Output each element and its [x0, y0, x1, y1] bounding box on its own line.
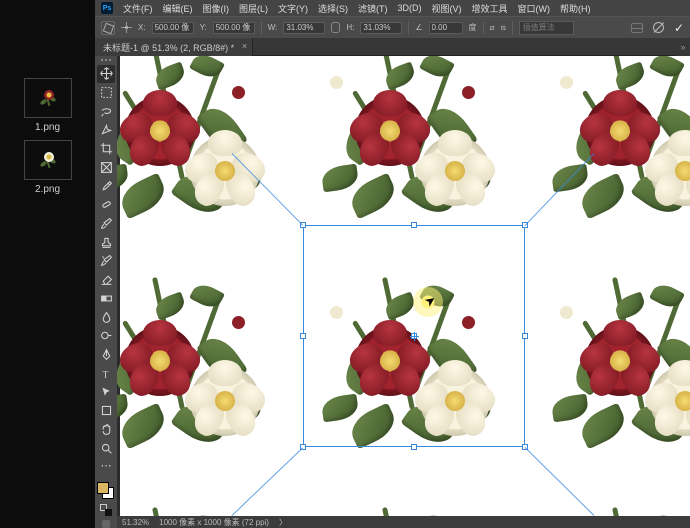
- type-tool[interactable]: T: [97, 364, 115, 382]
- x-input[interactable]: [152, 22, 194, 34]
- h-label: H:: [346, 23, 354, 32]
- interpolation-select[interactable]: 插值算法: [519, 21, 574, 35]
- healing-tool[interactable]: [97, 196, 115, 214]
- rotation-input[interactable]: [429, 22, 463, 34]
- x-label: X:: [138, 23, 146, 32]
- frame-tool[interactable]: [97, 159, 115, 177]
- zoom-readout[interactable]: 51.32%: [122, 518, 149, 527]
- file-label: 2.png: [0, 184, 95, 195]
- quick-select-tool[interactable]: [97, 121, 115, 139]
- close-tab-icon[interactable]: ×: [242, 41, 247, 51]
- h-input[interactable]: [360, 22, 402, 34]
- svg-text:T: T: [102, 369, 108, 379]
- y-label: Y:: [200, 23, 207, 32]
- rotate-icon: ∠: [415, 23, 422, 32]
- pen-tool[interactable]: [97, 346, 115, 364]
- history-brush-tool[interactable]: [97, 252, 115, 270]
- tools-panel: T: [95, 56, 117, 528]
- menu-view[interactable]: 视图(V): [432, 2, 462, 15]
- default-colors-icon[interactable]: [100, 504, 112, 516]
- menu-select[interactable]: 选择(S): [318, 2, 348, 15]
- stamp-tool[interactable]: [97, 233, 115, 251]
- w-input[interactable]: [283, 22, 325, 34]
- thumbnail-preview: [24, 140, 72, 180]
- blur-tool[interactable]: [97, 308, 115, 326]
- brush-tool[interactable]: [97, 215, 115, 233]
- commit-transform-button[interactable]: ✓: [674, 21, 684, 35]
- eraser-tool[interactable]: [97, 271, 115, 289]
- rotation-unit: 度: [469, 22, 477, 33]
- menu-layer[interactable]: 图层(L): [239, 2, 268, 15]
- hand-tool[interactable]: [97, 421, 115, 439]
- edit-toolbar-button[interactable]: [97, 458, 115, 476]
- zoom-tool[interactable]: [97, 439, 115, 457]
- desktop-area: 1.png 2.png: [0, 0, 95, 528]
- menu-type[interactable]: 文字(Y): [278, 2, 308, 15]
- warp-mode-icon[interactable]: [631, 23, 643, 33]
- skew-v-icon[interactable]: ⧅: [501, 23, 506, 33]
- marquee-tool[interactable]: [97, 84, 115, 102]
- app-logo: Ps: [101, 2, 113, 14]
- tab-title: 未标题-1 @ 51.3% (2, RGB/8#) *: [103, 41, 234, 54]
- aspect-link-icon[interactable]: [331, 22, 340, 33]
- menu-bar: Ps 文件(F) 编辑(E) 图像(I) 图层(L) 文字(Y) 选择(S) 滤…: [95, 0, 690, 16]
- lasso-tool[interactable]: [97, 102, 115, 120]
- menu-window[interactable]: 窗口(W): [518, 2, 551, 15]
- color-chips[interactable]: [97, 482, 115, 502]
- doc-info[interactable]: 1000 像素 x 1000 像素 (72 ppi): [159, 517, 269, 528]
- skew-h-icon[interactable]: ⧄: [490, 23, 495, 33]
- move-tool[interactable]: [97, 65, 115, 83]
- menu-plugins[interactable]: 增效工具: [472, 2, 508, 15]
- menu-help[interactable]: 帮助(H): [560, 2, 591, 15]
- panel-grip-icon[interactable]: [98, 59, 114, 63]
- menu-file[interactable]: 文件(F): [123, 2, 153, 15]
- file-label: 1.png: [0, 122, 95, 133]
- desktop-file-1[interactable]: 1.png: [0, 78, 95, 133]
- tab-overflow-icon[interactable]: »: [676, 38, 690, 56]
- shape-tool[interactable]: [97, 402, 115, 420]
- path-select-tool[interactable]: [97, 383, 115, 401]
- canvas[interactable]: ➤: [120, 56, 690, 516]
- gradient-tool[interactable]: [97, 290, 115, 308]
- info-chevron-icon[interactable]: 〉: [279, 517, 287, 528]
- eyedropper-tool[interactable]: [97, 177, 115, 195]
- menu-3d[interactable]: 3D(D): [398, 3, 422, 13]
- document-tab[interactable]: 未标题-1 @ 51.3% (2, RGB/8#) * ×: [95, 38, 253, 56]
- desktop-file-2[interactable]: 2.png: [0, 140, 95, 195]
- canvas-viewport[interactable]: ➤: [117, 56, 690, 516]
- thumbnail-preview: [24, 78, 72, 118]
- dodge-tool[interactable]: [97, 327, 115, 345]
- menu-edit[interactable]: 编辑(E): [163, 2, 193, 15]
- document-tab-bar: 未标题-1 @ 51.3% (2, RGB/8#) * × »: [95, 38, 690, 56]
- photoshop-window: Ps 文件(F) 编辑(E) 图像(I) 图层(L) 文字(Y) 选择(S) 滤…: [95, 0, 690, 528]
- crop-tool[interactable]: [97, 140, 115, 158]
- w-label: W:: [268, 23, 278, 32]
- tab-gutter: [253, 38, 676, 56]
- cancel-transform-button[interactable]: [653, 22, 664, 33]
- options-bar: X: Y: W: H: ∠ 度 ⧄ ⧅ 插值算法 ✓: [95, 16, 690, 38]
- status-bar: 51.32% 1000 像素 x 1000 像素 (72 ppi) 〉: [117, 516, 690, 528]
- y-input[interactable]: [213, 22, 255, 34]
- menu-filter[interactable]: 滤镜(T): [358, 2, 388, 15]
- menu-image[interactable]: 图像(I): [203, 2, 230, 15]
- transform-tool-icon: [101, 21, 115, 35]
- reference-point-icon[interactable]: [121, 22, 132, 33]
- quick-mask-icon[interactable]: [102, 520, 110, 528]
